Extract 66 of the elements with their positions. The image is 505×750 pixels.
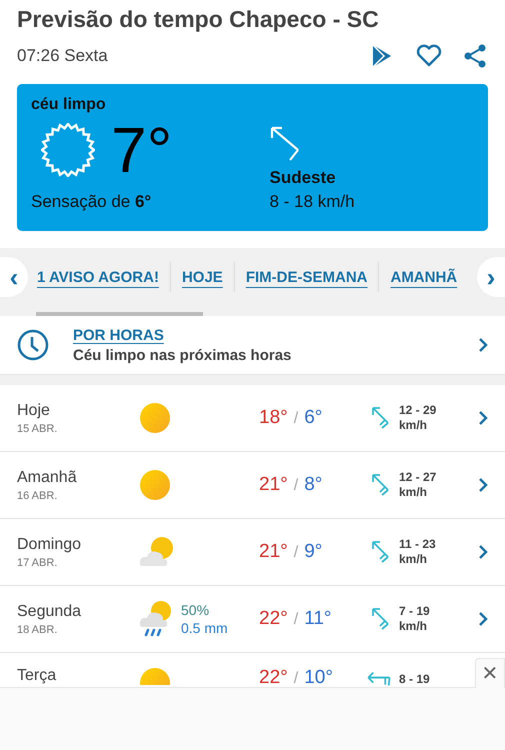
low-temperature: 8° — [304, 474, 322, 495]
chevron-right-icon[interactable] — [478, 410, 488, 426]
chevron-right-icon — [478, 337, 488, 353]
nav-link[interactable]: AMANHÃ — [390, 268, 458, 286]
wind-direction: Sudeste — [270, 168, 337, 188]
nav-link[interactable]: 1 AVISO AGORA! — [37, 268, 159, 286]
date-time: 07:26 Sexta — [17, 46, 108, 66]
day-date: 18 ABR. — [17, 624, 58, 636]
wind-unit: km/h — [399, 418, 428, 433]
clock-icon — [17, 329, 49, 361]
sun-icon — [139, 667, 171, 685]
chevron-right-icon[interactable] — [478, 544, 488, 560]
heart-icon[interactable] — [416, 44, 442, 68]
low-temperature: 9° — [304, 541, 322, 562]
day-date: 16 ABR. — [17, 490, 58, 502]
wind-speed: 8 - 18 km/h — [270, 192, 356, 212]
day-name: Domingo — [17, 536, 82, 554]
condition-label: céu limpo — [31, 96, 107, 114]
nav-link[interactable]: HOJE — [182, 268, 223, 286]
previous-button[interactable]: ‹ — [0, 257, 28, 297]
close-button[interactable]: ✕ — [475, 658, 505, 688]
share-icon[interactable] — [464, 44, 486, 68]
day-date: 15 ABR. — [17, 422, 58, 434]
wind-speed: 11 - 23 — [399, 537, 436, 552]
low-temperature: 6° — [304, 407, 322, 428]
rain-chance: 50% — [181, 602, 210, 618]
high-temperature: 21° — [259, 541, 288, 562]
temperature-separator: / — [294, 611, 298, 628]
chevron-right-icon[interactable] — [478, 477, 488, 493]
hourly-title[interactable]: POR HORAS — [73, 326, 454, 344]
temperature-separator: / — [294, 410, 298, 427]
wind-speed: 12 - 27 — [399, 470, 436, 485]
wind-unit: km/h — [399, 552, 428, 567]
day-name: Amanhã — [17, 468, 78, 486]
wind-unit: km/h — [399, 619, 428, 634]
low-temperature: 11° — [304, 608, 332, 629]
nav-link[interactable]: FIM-DE-SEMANA — [246, 268, 368, 286]
rain-amount: 0.5 mm — [181, 620, 228, 636]
sun-cloud-icon — [139, 536, 175, 568]
current-temperature: 7° — [111, 118, 172, 182]
high-temperature: 18° — [259, 407, 288, 428]
day-name: Terça — [17, 667, 58, 685]
high-temperature: 22° — [259, 667, 288, 688]
day-name: Hoje — [17, 402, 51, 420]
day-name: Segunda — [17, 602, 82, 620]
wind-speed: 12 - 29 — [399, 403, 436, 418]
high-temperature: 21° — [259, 474, 288, 495]
hourly-forecast-link[interactable]: POR HORAS Céu limpo nas próximas horas — [0, 316, 505, 375]
wind-arrow-icon — [270, 126, 300, 162]
day-date: 17 ABR. — [17, 556, 58, 568]
temperature-separator: / — [294, 477, 298, 494]
wind-speed: 7 - 19 — [399, 604, 430, 619]
chevron-right-icon[interactable] — [478, 611, 488, 627]
sun-icon — [41, 123, 95, 177]
temperature-separator: / — [294, 670, 298, 687]
sun-icon — [139, 469, 171, 501]
feels-like-text: Sensação de 6° — [31, 192, 152, 212]
high-temperature: 22° — [259, 608, 288, 629]
sun-icon — [139, 402, 171, 434]
wind-unit: km/h — [399, 485, 428, 500]
wind-speed: 8 - 19 — [399, 672, 430, 686]
low-temperature: 10° — [304, 667, 333, 688]
page-title: Previsão do tempo Chapeco - SC — [17, 5, 380, 34]
temperature-separator: / — [294, 544, 298, 561]
next-button[interactable]: › — [477, 257, 505, 297]
hourly-summary: Céu limpo nas próximas horas — [73, 346, 292, 364]
